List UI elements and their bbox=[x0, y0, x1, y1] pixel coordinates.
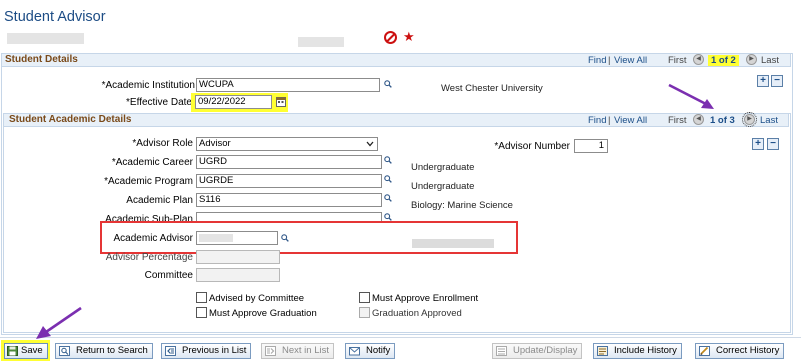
include-history-button[interactable]: Include History bbox=[593, 343, 682, 359]
effective-date-label: *Effective Date bbox=[126, 97, 192, 108]
student-name-redacted bbox=[298, 37, 344, 47]
graduation-approved-checkbox bbox=[359, 307, 370, 318]
student-id-redacted bbox=[7, 33, 84, 44]
notify-icon bbox=[349, 347, 360, 356]
notify-button[interactable]: Notify bbox=[345, 343, 396, 359]
return-to-search-label: Return to Search bbox=[76, 345, 148, 356]
annotation-arrow-bottom bbox=[36, 306, 82, 339]
next-in-list-button: Next in List bbox=[261, 343, 334, 359]
lookup-icon[interactable] bbox=[384, 213, 392, 221]
advisor-percentage-label: Advisor Percentage bbox=[105, 252, 193, 263]
must-approve-graduation-label: Must Approve Graduation bbox=[209, 308, 317, 319]
previous-row-button-1[interactable]: ◀ bbox=[693, 54, 704, 65]
last-label-1: Last bbox=[761, 55, 779, 66]
career-field[interactable]: UGRD bbox=[196, 155, 382, 169]
graduation-approved-label: Graduation Approved bbox=[372, 308, 462, 319]
must-approve-enrollment-checkbox[interactable] bbox=[359, 292, 370, 303]
view-all-link-2[interactable]: View All bbox=[614, 115, 647, 126]
lookup-icon[interactable] bbox=[384, 80, 392, 88]
committee-label: Committee bbox=[144, 270, 193, 281]
row-position-1: 1 of 2 bbox=[708, 55, 739, 66]
academic-advisor-field[interactable] bbox=[196, 231, 278, 245]
calendar-icon[interactable] bbox=[276, 96, 286, 107]
advisor-percentage-field bbox=[196, 250, 280, 264]
academic-details-header: Student Academic Details bbox=[9, 114, 132, 125]
history-icon bbox=[597, 346, 608, 356]
nav-sep-2: | bbox=[608, 115, 611, 126]
lookup-icon[interactable] bbox=[281, 234, 289, 242]
plan-desc: Biology: Marine Science bbox=[411, 200, 513, 211]
view-all-link-1[interactable]: View All bbox=[614, 55, 647, 66]
institution-field[interactable]: WCUPA bbox=[196, 78, 380, 92]
find-link-2[interactable]: Find bbox=[588, 115, 606, 126]
correct-history-button[interactable]: Correct History bbox=[695, 343, 785, 359]
toolbar-divider bbox=[0, 337, 801, 338]
academic-advisor-label: Academic Advisor bbox=[113, 233, 193, 244]
lookup-icon[interactable] bbox=[384, 175, 392, 183]
advised-by-committee-checkbox[interactable] bbox=[196, 292, 207, 303]
correct-history-label: Correct History bbox=[716, 345, 780, 356]
committee-field bbox=[196, 268, 280, 282]
annotation-arrow-top bbox=[668, 83, 714, 109]
advisor-number-label: *Advisor Number bbox=[494, 141, 570, 152]
prohibit-icon bbox=[384, 31, 397, 44]
program-field[interactable]: UGRDE bbox=[196, 174, 382, 188]
correct-history-icon bbox=[699, 346, 710, 356]
include-history-label: Include History bbox=[614, 345, 677, 356]
effective-date-field[interactable]: 09/22/2022 bbox=[195, 95, 272, 109]
previous-in-list-label: Previous in List bbox=[182, 345, 247, 356]
must-approve-graduation-checkbox[interactable] bbox=[196, 307, 207, 318]
previous-in-list-button[interactable]: Previous in List bbox=[161, 343, 252, 359]
save-label: Save bbox=[21, 345, 43, 356]
student-details-header: Student Details bbox=[5, 54, 78, 65]
next-row-button-1[interactable]: ▶ bbox=[746, 54, 757, 65]
program-label: *Academic Program bbox=[104, 176, 193, 187]
find-link-1[interactable]: Find bbox=[588, 55, 606, 66]
update-display-label: Update/Display bbox=[513, 345, 578, 356]
return-to-search-button[interactable]: Return to Search bbox=[55, 343, 153, 359]
lookup-icon[interactable] bbox=[384, 156, 392, 164]
advisor-role-select[interactable]: Advisor bbox=[196, 137, 378, 151]
return-icon bbox=[59, 346, 70, 356]
advisor-id-redacted bbox=[199, 234, 233, 242]
chevron-down-icon bbox=[366, 141, 374, 147]
required-star-icon: ★ bbox=[403, 29, 415, 44]
save-button[interactable]: Save bbox=[4, 343, 48, 359]
row-position-2: 1 of 3 bbox=[710, 115, 735, 126]
update-icon bbox=[496, 346, 507, 356]
previous-icon bbox=[165, 346, 176, 356]
must-approve-enrollment-label: Must Approve Enrollment bbox=[372, 293, 479, 304]
save-icon bbox=[7, 346, 18, 356]
plan-label: Academic Plan bbox=[126, 195, 193, 206]
add-row-button-2[interactable]: + bbox=[752, 138, 764, 150]
delete-row-button-2[interactable]: − bbox=[767, 138, 779, 150]
plan-field[interactable]: S116 bbox=[196, 193, 382, 207]
advisor-number-field[interactable]: 1 bbox=[574, 139, 608, 153]
last-link-2[interactable]: Last bbox=[760, 115, 778, 126]
program-desc: Undergraduate bbox=[411, 181, 475, 192]
page-title: Student Advisor bbox=[4, 9, 106, 25]
previous-row-button-2[interactable]: ◀ bbox=[693, 114, 704, 125]
first-label-1: First bbox=[668, 55, 687, 66]
add-row-button-1[interactable]: + bbox=[757, 75, 769, 87]
first-label-2: First bbox=[668, 115, 687, 126]
next-in-list-label: Next in List bbox=[282, 345, 329, 356]
nav-sep-1: | bbox=[608, 55, 611, 66]
career-desc: Undergraduate bbox=[411, 162, 475, 173]
advisor-role-label: *Advisor Role bbox=[132, 138, 193, 149]
delete-row-button-1[interactable]: − bbox=[771, 75, 783, 87]
lookup-icon[interactable] bbox=[384, 194, 392, 202]
advised-by-committee-label: Advised by Committee bbox=[209, 293, 305, 304]
next-row-button-2[interactable]: ▶ bbox=[742, 112, 757, 127]
next-icon bbox=[265, 346, 276, 356]
institution-label: *Academic Institution bbox=[101, 80, 195, 91]
institution-desc: West Chester University bbox=[441, 83, 543, 94]
notify-label: Notify bbox=[366, 345, 391, 356]
update-display-button: Update/Display bbox=[492, 343, 583, 359]
career-label: *Academic Career bbox=[111, 157, 193, 168]
advisor-name-redacted bbox=[412, 239, 494, 248]
